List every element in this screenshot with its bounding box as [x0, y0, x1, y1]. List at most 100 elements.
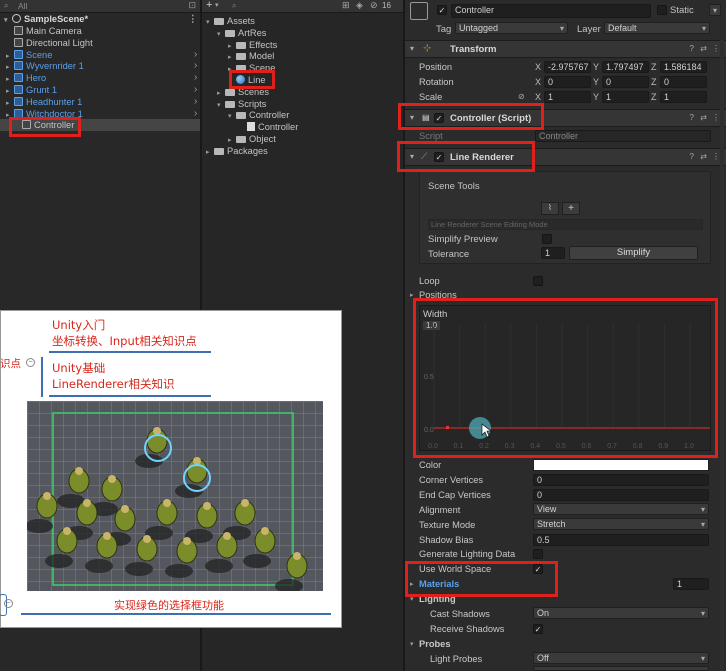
- width-curve-graph[interactable]: 0.0 0.1 0.2 0.3 0.4 0.5 0.6 0.7 0.8 0.9 1.0 0.5 0.0: [420, 306, 712, 452]
- object-name-field[interactable]: Controller: [451, 4, 651, 18]
- scene-menu-icon[interactable]: ⋮: [188, 13, 197, 25]
- project-item[interactable]: Line: [228, 74, 266, 86]
- preset-icon[interactable]: ⇄: [700, 44, 707, 53]
- loop-checkbox[interactable]: [533, 276, 543, 286]
- materials-count-field[interactable]: 1: [673, 578, 709, 590]
- color-swatch[interactable]: [533, 459, 709, 471]
- width-curve-editor[interactable]: Width 1.0 0.0 0.1 0.2 0.3 0.4 0.5 0.6 0.7 0.8 0.9…: [419, 305, 711, 451]
- inspector-scrollbar[interactable]: [720, 40, 724, 671]
- chevron-right-icon[interactable]: ›: [194, 96, 197, 108]
- lighting-section[interactable]: Lighting: [419, 594, 456, 604]
- project-item[interactable]: ▸ Effects: [228, 39, 277, 51]
- light-probes-dropdown[interactable]: Off: [533, 652, 709, 664]
- hierarchy-item[interactable]: Controller: [0, 119, 200, 132]
- project-item[interactable]: ▾ Controller: [228, 109, 289, 121]
- static-dropdown[interactable]: [709, 4, 721, 16]
- active-checkbox[interactable]: ✓: [437, 5, 447, 15]
- hierarchy-search-input[interactable]: All: [18, 1, 27, 11]
- collapse-node-icon[interactable]: −: [26, 358, 35, 367]
- alignment-dropdown[interactable]: View: [533, 503, 709, 515]
- hierarchy-item[interactable]: Directional Light: [6, 37, 93, 49]
- positions-foldout-icon[interactable]: ▸: [410, 291, 414, 299]
- scene-root[interactable]: ▾ SampleScene* ⋮: [4, 13, 197, 25]
- hierarchy-item[interactable]: ▸ Hero ›: [6, 72, 197, 84]
- texture-mode-dropdown[interactable]: Stretch: [533, 518, 709, 530]
- line-renderer-enabled-checkbox[interactable]: ✓: [434, 152, 444, 162]
- hierarchy-item[interactable]: ▸ Witchdoctor 1 ›: [6, 108, 197, 120]
- scale-y-field[interactable]: 1: [602, 91, 649, 103]
- preset-icon[interactable]: ⇄: [700, 113, 707, 122]
- help-icon[interactable]: ?: [690, 113, 694, 122]
- transform-header[interactable]: ▾ ⊹ Transform ? ⇄ ⋮: [405, 40, 726, 58]
- link-icon[interactable]: ⊘: [518, 92, 525, 101]
- project-item[interactable]: ▸ Scenes: [217, 86, 269, 98]
- chevron-right-icon[interactable]: ›: [194, 108, 197, 120]
- rotation-x-field[interactable]: 0: [544, 76, 591, 88]
- chevron-right-icon[interactable]: ›: [194, 60, 197, 72]
- line-renderer-header[interactable]: ▾ ⟋ ✓ Line Renderer ? ⇄ ⋮: [405, 148, 726, 166]
- simplify-preview-checkbox[interactable]: [542, 234, 552, 244]
- tag-dropdown[interactable]: Untagged: [455, 22, 568, 34]
- receive-shadows-checkbox[interactable]: ✓: [533, 624, 543, 634]
- component-menu-icon[interactable]: ⋮: [712, 44, 720, 53]
- scale-x-field[interactable]: 1: [544, 91, 591, 103]
- search-icon[interactable]: ⌕: [4, 1, 8, 11]
- hidden-packages-icon[interactable]: ⊘: [370, 0, 378, 11]
- scale-z-field[interactable]: 1: [660, 91, 707, 103]
- project-item[interactable]: ▸ Scene: [228, 62, 275, 74]
- position-x-field[interactable]: -2.975767: [544, 61, 591, 73]
- hierarchy-item[interactable]: ▸ Grunt 1 ›: [6, 84, 197, 96]
- search-icon[interactable]: ⌕: [232, 1, 236, 11]
- foldout-arrow-icon[interactable]: ▾: [410, 44, 414, 53]
- use-world-space-checkbox[interactable]: ✓: [533, 564, 543, 574]
- position-y-field[interactable]: 1.797497: [602, 61, 649, 73]
- static-checkbox[interactable]: [657, 5, 667, 15]
- prop-value-field[interactable]: 0: [533, 489, 709, 501]
- reflection-probes-dropdown[interactable]: [533, 666, 709, 671]
- foldout-arrow-icon[interactable]: ▾: [410, 113, 414, 122]
- script-enabled-checkbox[interactable]: ✓: [434, 113, 444, 123]
- project-item[interactable]: ▸ Model: [228, 50, 274, 62]
- prop-value-field[interactable]: 0.5: [533, 534, 709, 546]
- simplify-button[interactable]: Simplify: [569, 246, 698, 260]
- materials-foldout-icon[interactable]: ▸: [410, 580, 414, 588]
- filter-icon[interactable]: ⊞: [342, 0, 350, 11]
- project-item[interactable]: ▸ Object: [228, 133, 276, 145]
- prop-value-field[interactable]: 0: [533, 474, 709, 486]
- component-menu-icon[interactable]: ⋮: [712, 152, 720, 161]
- collapse-node-icon[interactable]: −: [4, 599, 13, 608]
- edit-points-button[interactable]: ⌇: [541, 202, 559, 215]
- add-button[interactable]: +: [206, 0, 212, 11]
- lighting-foldout-icon[interactable]: ▾: [410, 595, 414, 603]
- project-item[interactable]: ▸ Packages: [206, 145, 268, 157]
- chevron-right-icon[interactable]: ›: [194, 84, 197, 96]
- hierarchy-item[interactable]: Main Camera: [6, 25, 82, 37]
- position-z-field[interactable]: 1.586184: [660, 61, 707, 73]
- preset-icon[interactable]: ⇄: [700, 152, 707, 161]
- project-item[interactable]: ▾ ArtRes: [217, 27, 266, 39]
- lock-icon[interactable]: ⊡: [188, 0, 196, 11]
- chevron-right-icon[interactable]: ›: [194, 72, 197, 84]
- generate-lighting-checkbox[interactable]: [533, 549, 543, 559]
- project-item[interactable]: ▾ Assets: [206, 15, 255, 27]
- component-menu-icon[interactable]: ⋮: [712, 113, 720, 122]
- help-icon[interactable]: ?: [690, 152, 694, 161]
- chevron-down-icon[interactable]: ▾: [215, 1, 219, 9]
- hierarchy-item[interactable]: ▸ Scene ›: [6, 49, 197, 61]
- project-item[interactable]: ▾ Scripts: [217, 98, 266, 110]
- rotation-z-field[interactable]: 0: [660, 76, 707, 88]
- hierarchy-item[interactable]: ▸ Headhunter 1 ›: [6, 96, 197, 108]
- help-icon[interactable]: ?: [690, 44, 694, 53]
- foldout-arrow-icon[interactable]: ▾: [410, 152, 414, 161]
- controller-script-header[interactable]: ▾ ▤ ✓ Controller (Script) ? ⇄ ⋮: [405, 109, 726, 127]
- probes-foldout-icon[interactable]: ▾: [410, 640, 414, 648]
- hierarchy-item[interactable]: ▸ Wyvernrider 1 ›: [6, 60, 197, 72]
- label-icon[interactable]: ◈: [356, 0, 363, 11]
- tolerance-field[interactable]: 1: [541, 247, 565, 259]
- create-points-button[interactable]: +: [562, 202, 580, 215]
- rotation-y-field[interactable]: 0: [602, 76, 649, 88]
- cast-shadows-dropdown[interactable]: On: [533, 607, 709, 619]
- layer-dropdown[interactable]: Default: [604, 22, 710, 34]
- project-item[interactable]: Controller: [239, 121, 298, 133]
- probes-section[interactable]: Probes: [419, 639, 451, 649]
